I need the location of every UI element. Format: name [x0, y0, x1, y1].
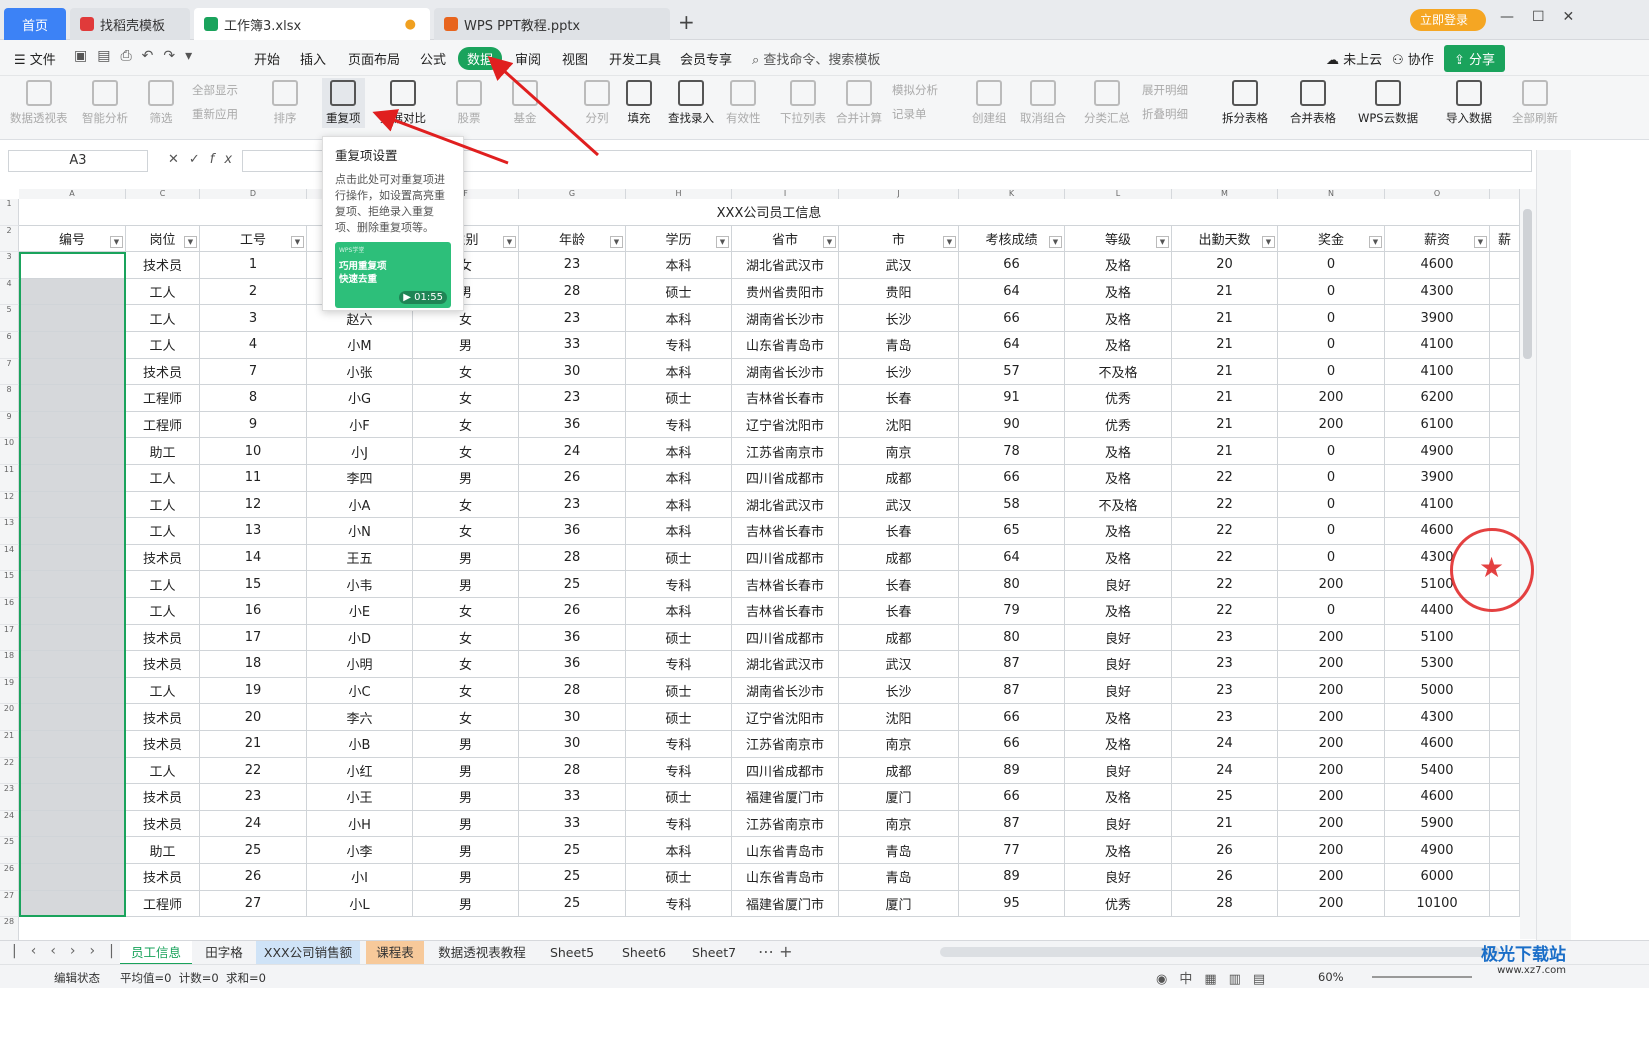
sheet-tab[interactable]: Sheet6	[612, 941, 676, 965]
add-sheet-button[interactable]: ⋯ +	[758, 942, 793, 961]
sheet-tab[interactable]: 数据透视表教程	[430, 941, 534, 965]
view-buttons[interactable]: ◉中▦▥▤	[1156, 968, 1277, 987]
sheet-tab[interactable]: 员工信息	[120, 941, 192, 965]
watermark-url: www.xz7.com	[1497, 965, 1566, 976]
sheet-tab[interactable]: 课程表	[366, 941, 424, 965]
sheet-tab[interactable]: Sheet7	[682, 941, 746, 965]
status-bar: 编辑状态 平均值=0 计数=0 求和=0 ◉中▦▥▤ 60%	[0, 964, 1649, 988]
zoom-level[interactable]: 60%	[1318, 970, 1344, 984]
site-watermark: 极光下载站 www.xz7.com	[1436, 940, 1566, 980]
sheet-tab[interactable]: XXX公司销售额	[256, 941, 360, 965]
sheet-tab[interactable]: 田字格	[198, 941, 250, 965]
status-mode: 编辑状态	[54, 971, 100, 985]
sheet-nav-arrows[interactable]: |‹‹››|	[12, 943, 128, 959]
sheet-tab-bar: |‹‹››| 员工信息 田字格 XXX公司销售额 课程表 数据透视表教程 Sheet5 Sh…	[0, 940, 1649, 965]
annotation-arrows	[372, 55, 600, 165]
sheet-tab[interactable]: Sheet5	[540, 941, 604, 965]
status-stats: 平均值=0 计数=0 求和=0	[120, 971, 266, 985]
horizontal-scrollbar[interactable]	[940, 947, 1500, 957]
